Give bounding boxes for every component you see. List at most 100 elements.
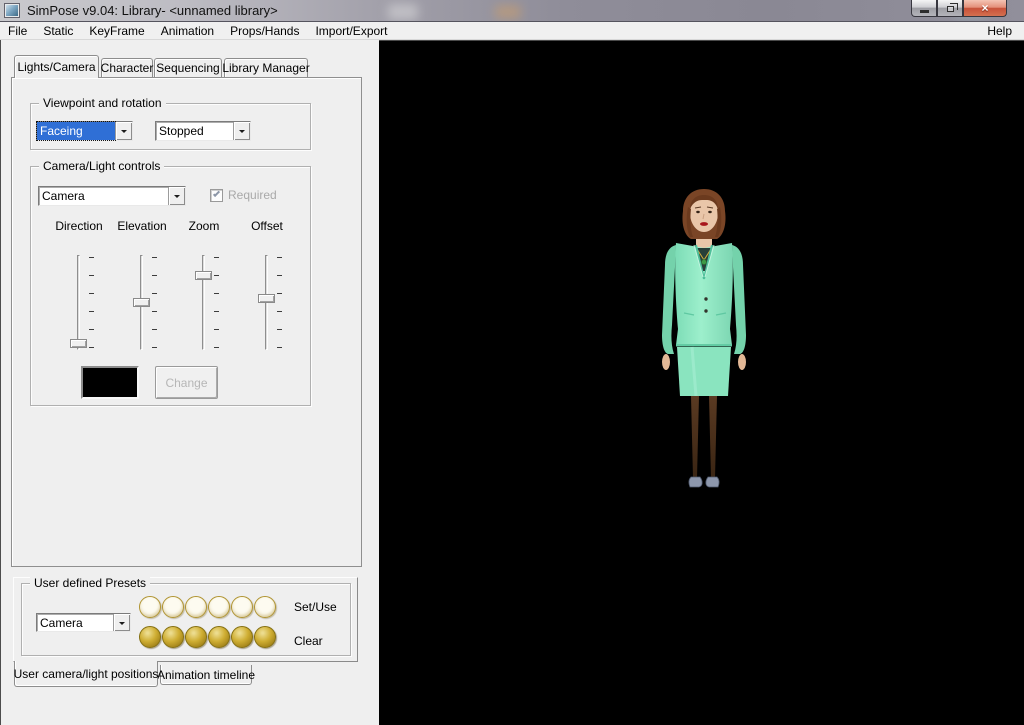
- rotation-combobox[interactable]: Stopped: [155, 121, 251, 141]
- slider-column-direction: Direction: [49, 167, 109, 363]
- menu-item-import-export[interactable]: Import/Export: [307, 23, 395, 39]
- titlebar-glass-reflection: [495, 5, 521, 19]
- user-presets-group-title: User defined Presets: [30, 576, 150, 590]
- app-window: SimPose v9.04: Library- <unnamed library…: [0, 0, 1024, 725]
- slider-tick: [214, 275, 219, 276]
- slider-offset[interactable]: [237, 251, 297, 354]
- slider-tick: [152, 275, 157, 276]
- app-icon: [5, 4, 19, 17]
- slider-tick: [277, 257, 282, 258]
- menu-item-props-hands[interactable]: Props/Hands: [222, 23, 307, 39]
- window-title: SimPose v9.04: Library- <unnamed library…: [27, 3, 278, 18]
- slider-tick: [89, 329, 94, 330]
- slider-tick: [152, 293, 157, 294]
- slider-tick: [152, 347, 157, 348]
- preset-target-combobox-dropdown-button[interactable]: [113, 614, 130, 631]
- lights-camera-tab-page: Viewpoint and rotation Faceing Stopped C…: [11, 77, 362, 567]
- titlebar: SimPose v9.04: Library- <unnamed library…: [0, 0, 1024, 22]
- tab-character[interactable]: Character: [101, 58, 153, 77]
- camera-light-controls-group: Camera/Light controls Camera Required Di…: [30, 166, 311, 406]
- slider-thumb-direction[interactable]: [70, 339, 87, 348]
- slider-zoom[interactable]: [174, 251, 234, 354]
- slider-tick: [214, 257, 219, 258]
- slider-tick: [89, 311, 94, 312]
- slider-thumb-elevation[interactable]: [133, 298, 150, 307]
- menu-item-animation[interactable]: Animation: [153, 23, 222, 39]
- preset-set-button-6[interactable]: [254, 596, 276, 618]
- preset-clear-button-3[interactable]: [185, 626, 207, 648]
- preset-clear-button-6[interactable]: [254, 626, 276, 648]
- rotation-combobox-dropdown-button[interactable]: [233, 122, 250, 140]
- slider-thumb-zoom[interactable]: [195, 271, 212, 280]
- close-button[interactable]: ×: [963, 0, 1007, 17]
- preset-clear-button-5[interactable]: [231, 626, 253, 648]
- change-color-button[interactable]: Change: [155, 366, 218, 399]
- preset-set-button-5[interactable]: [231, 596, 253, 618]
- menubar: FileStaticKeyFrameAnimationProps/HandsIm…: [0, 22, 1024, 40]
- slider-tick: [214, 293, 219, 294]
- preset-set-button-1[interactable]: [139, 596, 161, 618]
- titlebar-glass-reflection: [388, 4, 418, 20]
- slider-column-elevation: Elevation: [112, 167, 172, 363]
- preset-set-button-2[interactable]: [162, 596, 184, 618]
- preset-clear-button-4[interactable]: [208, 626, 230, 648]
- tab-library-manager[interactable]: Library Manager: [224, 58, 308, 77]
- menu-item-keyframe[interactable]: KeyFrame: [81, 23, 152, 39]
- render-viewport[interactable]: [379, 40, 1024, 725]
- slider-tick: [89, 275, 94, 276]
- menubar-items: FileStaticKeyFrameAnimationProps/HandsIm…: [0, 23, 396, 39]
- slider-tick: [277, 329, 282, 330]
- chevron-down-icon: [121, 130, 127, 136]
- slider-tick: [277, 275, 282, 276]
- sim-character: [644, 187, 764, 497]
- facing-combobox-value: Faceing: [37, 122, 115, 140]
- slider-elevation[interactable]: [112, 251, 172, 354]
- chevron-down-icon: [239, 130, 245, 136]
- preset-set-button-3[interactable]: [185, 596, 207, 618]
- menu-item-static[interactable]: Static: [35, 23, 81, 39]
- viewpoint-rotation-group-title: Viewpoint and rotation: [39, 96, 166, 110]
- menu-item-help[interactable]: Help: [981, 23, 1018, 39]
- slider-tick: [277, 347, 282, 348]
- preset-clear-button-2[interactable]: [162, 626, 184, 648]
- user-presets-group: User defined Presets Camera Set/Use Clea…: [21, 583, 351, 656]
- chevron-down-icon: [119, 622, 125, 628]
- menu-item-file[interactable]: File: [0, 23, 35, 39]
- minimize-icon: [920, 10, 929, 13]
- preset-clear-row: [139, 626, 276, 648]
- light-color-swatch[interactable]: [81, 366, 139, 399]
- tab-lights-camera[interactable]: Lights/Camera: [14, 55, 99, 78]
- facing-combobox-dropdown-button[interactable]: [115, 122, 132, 140]
- slider-tick: [277, 311, 282, 312]
- preset-target-combobox-value: Camera: [37, 614, 113, 631]
- slider-tick: [152, 311, 157, 312]
- presets-panel: User defined Presets Camera Set/Use Clea…: [13, 577, 358, 662]
- bottom-tab-user-camera-light-positions[interactable]: User camera/light positions: [14, 661, 158, 687]
- control-panel: Lights/CameraCharacterSequencingLibrary …: [0, 40, 379, 725]
- preset-set-label: Set/Use: [294, 600, 337, 614]
- slider-thumb-offset[interactable]: [258, 294, 275, 303]
- slider-column-zoom: Zoom: [174, 167, 234, 363]
- slider-tick: [89, 293, 94, 294]
- restore-button[interactable]: [937, 0, 963, 17]
- slider-direction[interactable]: [49, 251, 109, 354]
- minimize-button[interactable]: [911, 0, 937, 17]
- slider-label-offset: Offset: [237, 219, 297, 233]
- rotation-combobox-value: Stopped: [156, 122, 233, 140]
- slider-tick: [89, 347, 94, 348]
- tab-sequencing[interactable]: Sequencing: [154, 58, 222, 77]
- slider-tick: [152, 329, 157, 330]
- preset-set-button-4[interactable]: [208, 596, 230, 618]
- slider-tick: [277, 293, 282, 294]
- viewpoint-rotation-group: Viewpoint and rotation Faceing Stopped: [30, 103, 311, 150]
- slider-tick: [214, 311, 219, 312]
- bottom-tab-animation-timeline[interactable]: Animation timeline: [160, 665, 252, 685]
- slider-label-elevation: Elevation: [112, 219, 172, 233]
- preset-set-row: [139, 596, 276, 618]
- preset-clear-button-1[interactable]: [139, 626, 161, 648]
- window-controls: ×: [911, 0, 1007, 17]
- slider-track: [202, 255, 205, 350]
- slider-column-offset: Offset: [237, 167, 297, 363]
- facing-combobox[interactable]: Faceing: [36, 121, 133, 141]
- preset-target-combobox[interactable]: Camera: [36, 613, 131, 632]
